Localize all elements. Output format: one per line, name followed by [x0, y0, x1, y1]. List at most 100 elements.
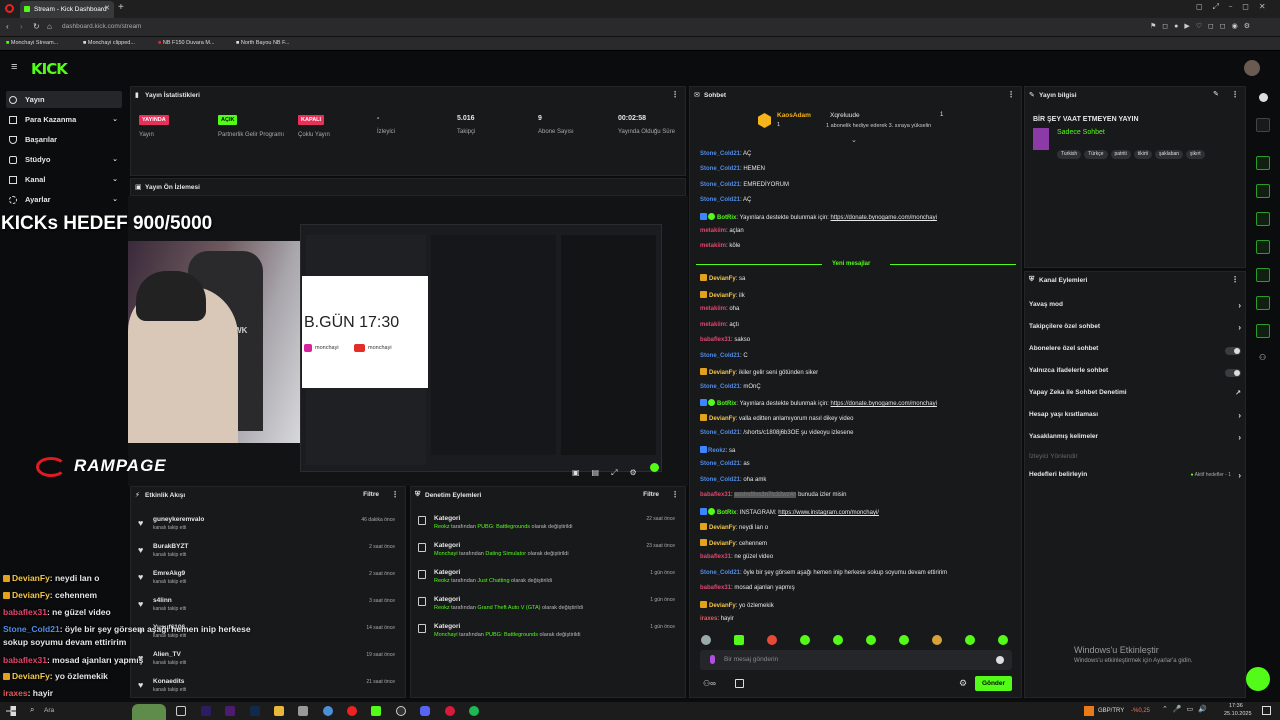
chat-username[interactable]: Stone_Cold21 — [700, 570, 740, 576]
more-options-icon[interactable]: ⋮ — [1231, 275, 1239, 284]
chat-username[interactable]: Stone_Cold21 — [700, 182, 740, 188]
toggle-switch[interactable] — [1225, 347, 1241, 355]
chat-input[interactable]: Bir mesaj gönderin — [700, 650, 1012, 670]
chat-username[interactable]: Stone_Cold21 — [700, 353, 740, 359]
category-name[interactable]: Sadece Sohbet — [1057, 129, 1105, 136]
stream-preview[interactable]: HAWK B.GÜN 17:30 monchayi monchayi ▣▤⤢⚙ — [128, 196, 688, 486]
chat-username[interactable]: Stone_Cold21 — [700, 151, 740, 157]
bookmark-item[interactable]: ■ Monchayi Stream... — [6, 40, 58, 46]
forward-icon[interactable]: › — [20, 22, 23, 31]
more-options-icon[interactable]: ⋮ — [391, 490, 399, 499]
bookmark-item[interactable]: ■ North Bayou NB F... — [236, 40, 289, 46]
clock-time[interactable]: 17:36 — [1229, 703, 1243, 709]
chat-username[interactable]: DevianFy — [709, 293, 736, 299]
window-controls[interactable]: ◻⤢⎯◻✕ — [1196, 2, 1276, 12]
action-emotes-only[interactable]: Yalnızca ifadelerle sohbet — [1029, 367, 1243, 383]
sidebar-item-ayarlar[interactable]: Ayarlar ⌄ — [6, 191, 122, 208]
chat-username[interactable]: iraxes — [700, 616, 717, 622]
chat-link[interactable]: https://www.instagram.com/monchayi/ — [778, 510, 879, 516]
user-avatar[interactable] — [1244, 60, 1260, 76]
sidebar-item-studyo[interactable]: Stüdyo ⌄ — [6, 151, 122, 168]
chat-username[interactable]: BotRix — [717, 215, 736, 221]
chat-username[interactable]: babaflex31 — [700, 492, 731, 498]
chat-tools-icon[interactable]: ⚇∞ — [703, 679, 716, 688]
notes-icon[interactable] — [298, 706, 308, 716]
more-options-icon[interactable]: ⋮ — [1231, 90, 1239, 99]
chat-username[interactable]: DevianFy — [709, 276, 736, 282]
action-ai-moderation[interactable]: Yapay Zeka ile Sohbet Denetimi ↗ — [1029, 389, 1243, 405]
explorer-icon[interactable] — [274, 706, 284, 716]
emote-icon[interactable] — [800, 635, 810, 645]
hamburger-menu-icon[interactable]: ≡ — [11, 61, 17, 73]
browser-tab[interactable]: Stream - Kick Dashboard ✕ — [20, 1, 114, 18]
bookmark-item[interactable]: ■ Monchayi clipped... — [83, 40, 135, 46]
more-options-icon[interactable]: ⋮ — [1007, 90, 1015, 99]
action-subscribers-only[interactable]: Abonelere özel sohbet — [1029, 345, 1243, 361]
emote-icon[interactable] — [833, 635, 843, 645]
toolbar-bolt-icon[interactable] — [1256, 184, 1270, 198]
chat-username[interactable]: Stone_Cold21 — [700, 384, 740, 390]
chat-username[interactable]: metakiim — [700, 306, 726, 312]
chat-username[interactable]: DevianFy — [709, 603, 736, 609]
chat-username[interactable]: DevianFy — [709, 525, 736, 531]
chat-username[interactable]: Stone_Cold21 — [700, 477, 740, 483]
reload-icon[interactable]: ↻ — [33, 22, 40, 31]
settings-gear-icon[interactable]: ⚙ — [959, 678, 967, 689]
action-followers-only[interactable]: Takipçilere özel sohbet › — [1029, 323, 1243, 339]
opera-icon[interactable] — [347, 706, 357, 716]
chat-username[interactable]: metakiim — [700, 243, 726, 249]
toolbar-expand-icon[interactable] — [1256, 156, 1270, 170]
clock-date[interactable]: 25.10.2025 — [1224, 711, 1252, 717]
after-effects-icon[interactable] — [225, 706, 235, 716]
chat-username[interactable]: Stone_Cold21 — [700, 461, 740, 467]
toolbar-wrench-icon[interactable] — [1256, 324, 1270, 338]
emote-icon[interactable] — [866, 635, 876, 645]
sidebar-item-para-kazanma[interactable]: Para Kazanma ⌄ — [6, 111, 122, 128]
chat-link[interactable]: https://donate.bynogame.com/monchayi — [831, 401, 937, 407]
chat-username[interactable]: babaflex31 — [700, 585, 731, 591]
chrome-icon[interactable] — [323, 706, 333, 716]
filter-button[interactable]: Filtre — [363, 491, 379, 498]
more-options-icon[interactable]: ⋮ — [671, 490, 679, 499]
chat-username[interactable]: metakiim — [700, 322, 726, 328]
taskbar-search[interactable]: Ara — [44, 707, 54, 714]
pinned-gift-banner[interactable]: KaosAdam 1 Xqreluude 1 abonelik hediye e… — [758, 111, 958, 135]
chat-username[interactable]: DevianFy — [709, 370, 736, 376]
task-view-icon[interactable] — [176, 706, 186, 716]
chat-link[interactable]: https://donate.bynogame.com/monchayi — [831, 215, 937, 221]
send-button[interactable]: Gönder — [975, 676, 1012, 691]
emote-icon[interactable] — [734, 635, 744, 645]
chat-username[interactable]: BotRix — [717, 401, 736, 407]
action-banned-words[interactable]: Yasaklanmış kelimeler › — [1029, 433, 1243, 449]
more-options-icon[interactable]: ⋮ — [671, 90, 679, 99]
sidebar-item-yayin[interactable]: Yayın — [6, 91, 122, 108]
toolbar-link-icon[interactable] — [1256, 268, 1270, 282]
toolbar-clipboard-icon[interactable] — [1256, 212, 1270, 226]
mic-icon[interactable] — [710, 655, 715, 664]
chat-username[interactable]: metakiim — [700, 228, 726, 234]
emote-icon[interactable] — [932, 635, 942, 645]
home-icon[interactable]: ⌂ — [47, 22, 52, 31]
action-slow-mode[interactable]: Yavaş mod › — [1029, 301, 1243, 317]
chevron-down-icon[interactable]: ⌄ — [851, 136, 857, 144]
notification-icon[interactable] — [1262, 706, 1271, 715]
currency-pair[interactable]: GBP/TRY — [1098, 708, 1124, 714]
info-icon[interactable] — [1259, 93, 1268, 102]
new-tab-icon[interactable]: + — [118, 2, 124, 13]
preview-controls[interactable]: ▣▤⤢⚙ — [572, 468, 649, 478]
chat-username[interactable]: BotRix — [717, 510, 736, 516]
chat-username[interactable]: Stone_Cold21 — [700, 430, 740, 436]
emote-icon[interactable] — [767, 635, 777, 645]
chat-username[interactable]: DevianFy — [709, 541, 736, 547]
browser-menu-icon[interactable] — [5, 4, 14, 13]
chat-username[interactable]: babaflex31 — [700, 337, 731, 343]
toolbar-share-icon[interactable]: ⚇ — [1259, 353, 1266, 362]
kick-app-icon[interactable] — [371, 706, 381, 716]
action-set-goals[interactable]: Hedefleri belirleyin ● Aktif hedefler - 1… — [1029, 471, 1243, 487]
tab-close-icon[interactable]: ✕ — [104, 4, 110, 12]
premiere-icon[interactable] — [201, 706, 211, 716]
chat-username[interactable]: Reokz — [708, 448, 726, 454]
toolbar-layout-icon[interactable] — [1256, 296, 1270, 310]
sidebar-item-kanal[interactable]: Kanal ⌄ — [6, 171, 122, 188]
sidebar-item-basarilar[interactable]: Başarılar — [6, 131, 122, 148]
